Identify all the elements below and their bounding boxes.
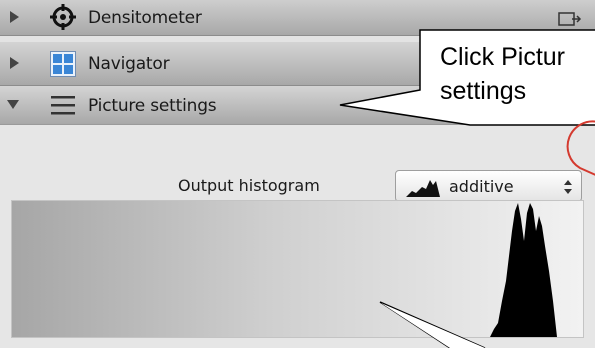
callout-text: Click Pictur settings	[440, 43, 566, 105]
